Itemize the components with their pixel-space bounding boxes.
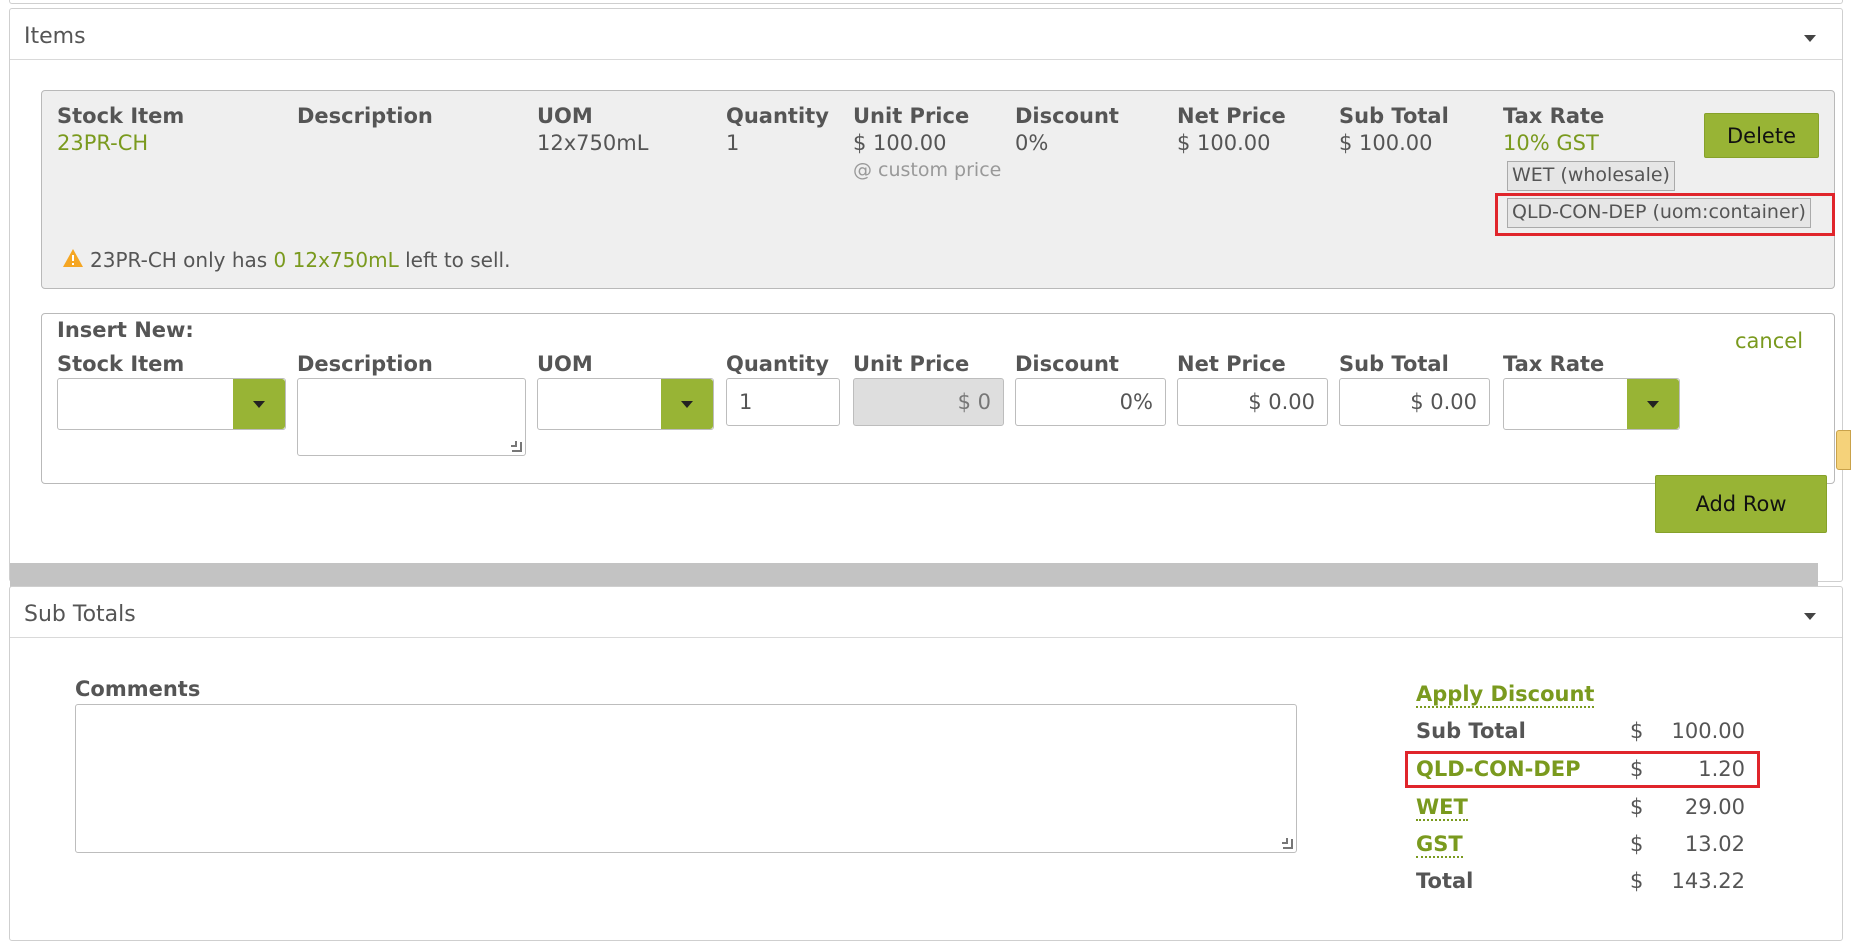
sub-total-value: $ 100.00	[1339, 131, 1433, 155]
resize-handle-icon[interactable]	[1282, 838, 1293, 849]
line-item-row: Stock Item Description UOM Quantity Unit…	[41, 90, 1835, 289]
warning-icon	[63, 249, 83, 267]
tax-tag-wet: WET (wholesale)	[1507, 161, 1675, 191]
col-header-tax-rate: Tax Rate	[1503, 104, 1605, 128]
uom-value: 12x750mL	[537, 131, 649, 155]
stock-warning-prefix: 23PR-CH only has	[90, 248, 268, 272]
insert-header-sub-total: Sub Total	[1339, 352, 1449, 376]
gst-link[interactable]: GST	[1416, 832, 1463, 858]
col-header-stock-item: Stock Item	[57, 104, 185, 128]
subtotals-panel-header[interactable]: Sub Totals	[10, 587, 1842, 638]
stock-item-dropdown-button[interactable]	[233, 379, 285, 429]
stock-item-value[interactable]: 23PR-CH	[57, 131, 148, 155]
total-amount: 143.22	[1671, 869, 1745, 893]
col-header-description: Description	[297, 104, 433, 128]
delete-button[interactable]: Delete	[1704, 113, 1819, 158]
insert-header-uom: UOM	[537, 352, 593, 376]
col-header-sub-total: Sub Total	[1339, 104, 1449, 128]
quantity-input[interactable]: 1	[726, 378, 840, 426]
wet-link[interactable]: WET	[1416, 795, 1468, 821]
resize-handle-icon[interactable]	[511, 441, 522, 452]
sub-total-input[interactable]: $ 0.00	[1339, 378, 1490, 426]
stock-item-select[interactable]	[57, 378, 286, 430]
items-panel-header[interactable]: Items	[10, 9, 1842, 60]
insert-header-unit-price: Unit Price	[853, 352, 970, 376]
insert-new-form: Insert New: cancel Stock Item Descriptio…	[41, 313, 1835, 484]
tax-rate-select[interactable]	[1503, 378, 1680, 430]
chevron-down-icon	[681, 400, 693, 408]
insert-header-net-price: Net Price	[1177, 352, 1286, 376]
insert-header-discount: Discount	[1015, 352, 1119, 376]
uom-select[interactable]	[537, 378, 714, 430]
comments-label: Comments	[75, 677, 201, 701]
stock-warning: 23PR-CH only has 0 12x750mL left to sell…	[90, 248, 510, 272]
col-header-discount: Discount	[1015, 104, 1119, 128]
highlight-box-qld-con-dep	[1405, 751, 1760, 788]
subtotals-panel-title: Sub Totals	[24, 602, 136, 627]
stock-warning-suffix: left to sell.	[405, 248, 511, 272]
top-panel-edge	[9, 0, 1843, 4]
apply-discount-link[interactable]: Apply Discount	[1416, 682, 1595, 708]
comments-textarea[interactable]	[75, 704, 1297, 853]
net-price-input[interactable]: $ 0.00	[1177, 378, 1328, 426]
subtotal-amount: 100.00	[1671, 719, 1745, 743]
col-header-quantity: Quantity	[726, 104, 829, 128]
col-header-unit-price: Unit Price	[853, 104, 970, 128]
subtotal-label: Sub Total	[1416, 719, 1526, 743]
wet-amount: 29.00	[1684, 795, 1745, 819]
stock-warning-amount: 0 12x750mL	[273, 248, 399, 272]
tax-rate-gst: 10% GST	[1503, 131, 1599, 155]
items-panel-title: Items	[24, 24, 86, 49]
tax-rate-dropdown-button[interactable]	[1627, 379, 1679, 429]
collapse-caret-icon[interactable]	[1804, 613, 1816, 620]
col-header-net-price: Net Price	[1177, 104, 1286, 128]
quantity-value: 1	[726, 131, 740, 155]
add-row-button[interactable]: Add Row	[1655, 475, 1827, 533]
unit-price-value: $ 100.00	[853, 131, 947, 155]
net-price-value: $ 100.00	[1177, 131, 1271, 155]
uom-dropdown-button[interactable]	[661, 379, 713, 429]
discount-input[interactable]: 0%	[1015, 378, 1166, 426]
discount-value: 0%	[1015, 131, 1049, 155]
insert-header-stock-item: Stock Item	[57, 352, 185, 376]
insert-new-title: Insert New:	[57, 318, 194, 342]
insert-header-tax-rate: Tax Rate	[1503, 352, 1605, 376]
collapse-caret-icon[interactable]	[1804, 35, 1816, 42]
cancel-link[interactable]: cancel	[1735, 329, 1803, 353]
insert-header-description: Description	[297, 352, 433, 376]
side-tab-handle[interactable]	[1836, 430, 1851, 470]
items-panel: Items Stock Item Description UOM Quantit…	[9, 8, 1843, 587]
insert-header-quantity: Quantity	[726, 352, 829, 376]
chevron-down-icon	[1647, 400, 1659, 408]
horizontal-scrollbar[interactable]	[10, 563, 1818, 587]
description-textarea[interactable]	[297, 378, 526, 456]
highlight-box-tax-tag	[1495, 193, 1835, 236]
gst-amount: 13.02	[1684, 832, 1745, 856]
subtotals-panel: Sub Totals Comments Apply Discount Sub T…	[9, 586, 1843, 941]
custom-price-note: @ custom price	[853, 159, 1002, 181]
chevron-down-icon	[253, 400, 265, 408]
total-label: Total	[1416, 869, 1474, 893]
col-header-uom: UOM	[537, 104, 593, 128]
unit-price-input: $ 0	[853, 378, 1004, 426]
